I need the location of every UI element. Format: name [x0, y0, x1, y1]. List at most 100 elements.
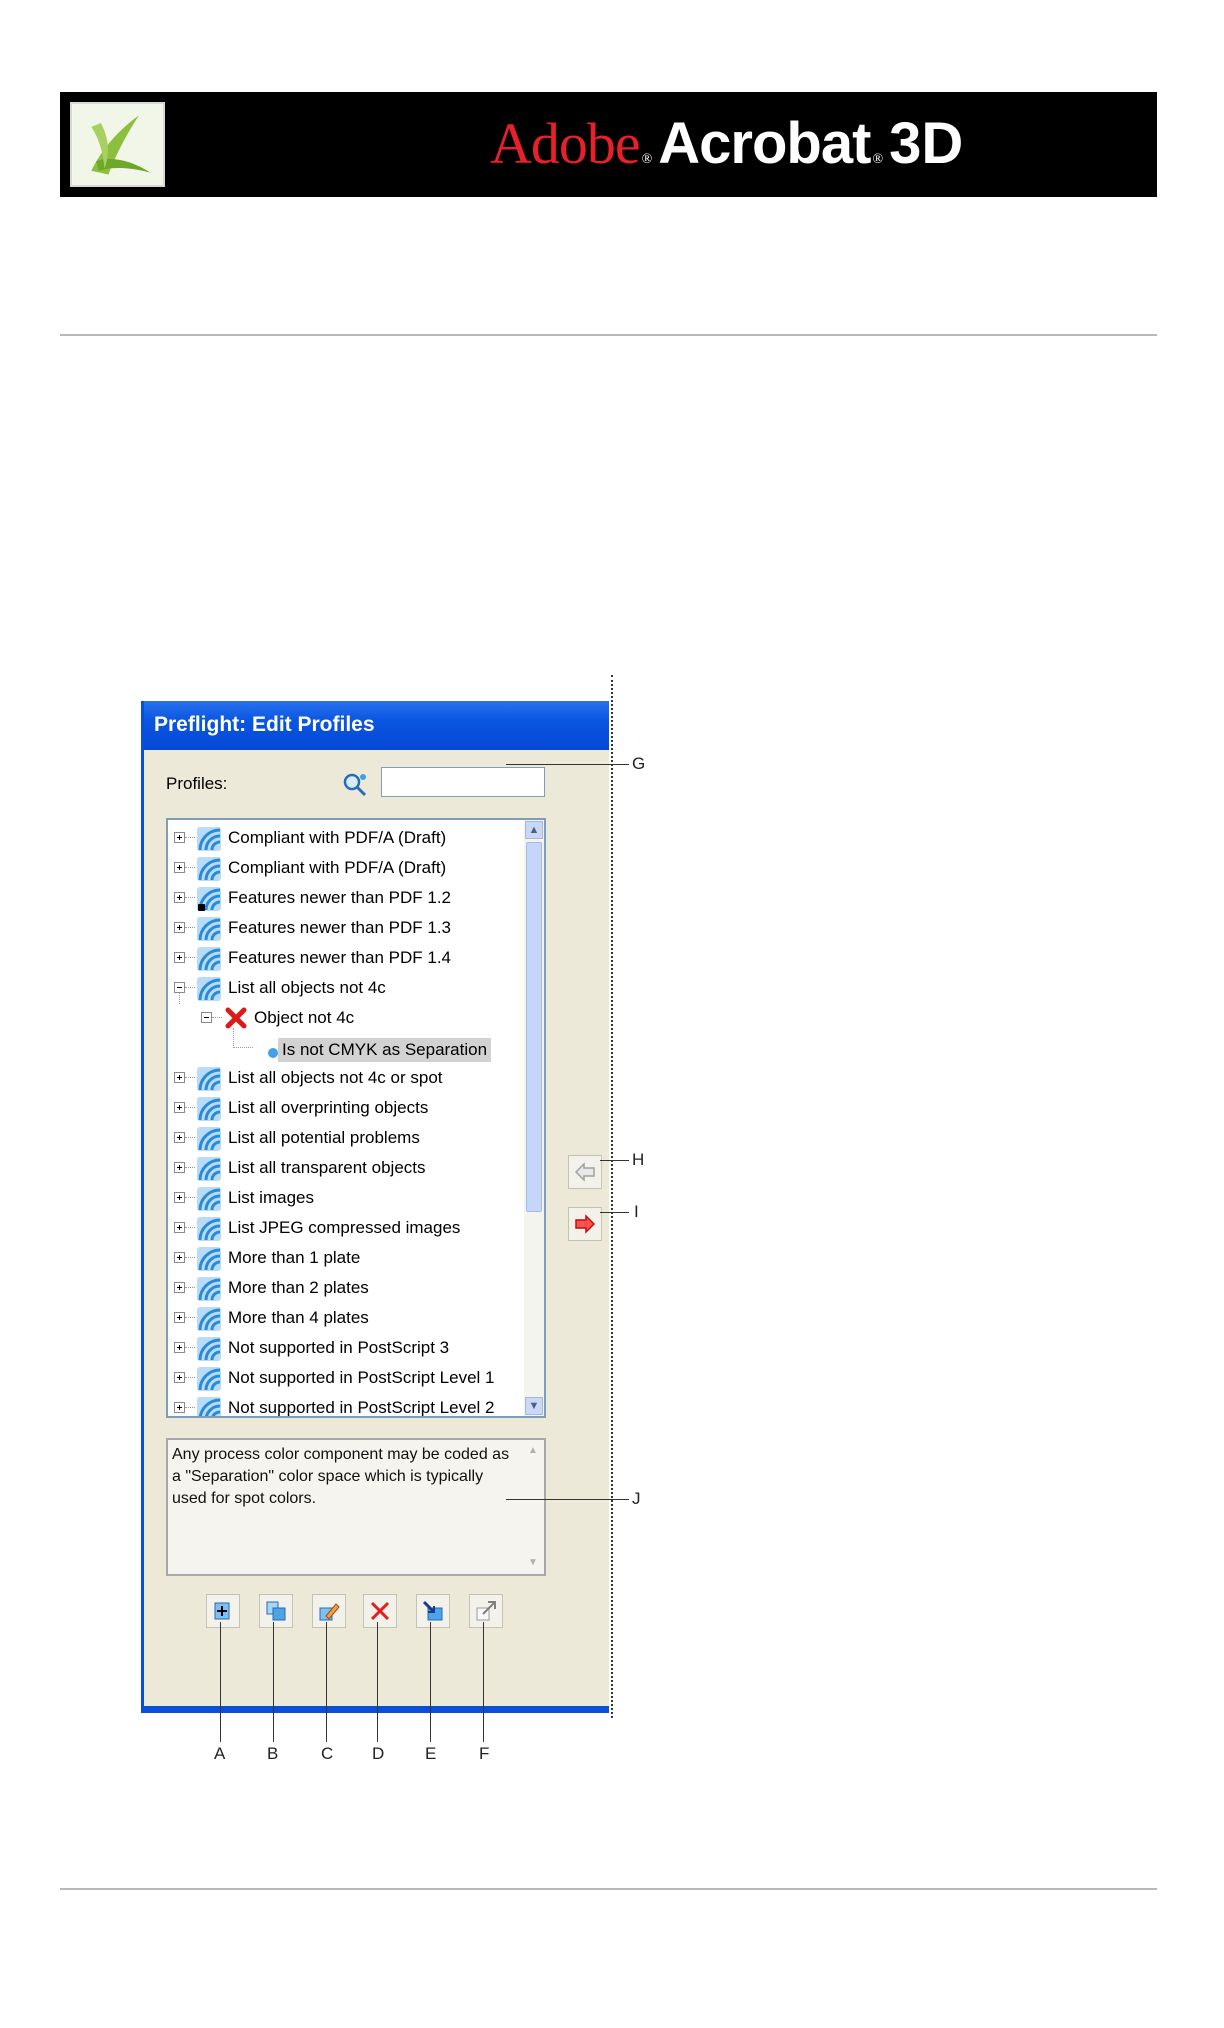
profile-icon [196, 1306, 222, 1332]
desc-scroll-up-icon[interactable]: ▲ [524, 1442, 542, 1460]
expand-icon[interactable] [174, 952, 185, 963]
profiles-label: Profiles: [166, 774, 228, 793]
tree-row[interactable]: Not supported in PostScript Level 2 [168, 1394, 523, 1416]
tree-connector [212, 1017, 222, 1018]
tree-row[interactable]: Object not 4c [168, 988, 523, 1034]
tree-row[interactable]: Not supported in PostScript Level 1 [168, 1364, 523, 1394]
bottom-divider [60, 1888, 1157, 1890]
expand-icon[interactable] [174, 1402, 185, 1413]
dialog-crop-edge [611, 675, 613, 1718]
expand-icon[interactable] [174, 862, 185, 873]
tree-row[interactable]: Not supported in PostScript 3 [168, 1334, 523, 1364]
tree-row[interactable]: Features newer than PDF 1.4 [168, 944, 523, 974]
callout-a: A [214, 1744, 226, 1763]
profile-search-input[interactable] [381, 767, 545, 797]
tree-connector [185, 867, 195, 868]
tree-row[interactable]: List images [168, 1184, 523, 1214]
description-text: Any process color component may be coded… [172, 1446, 510, 1507]
expand-icon[interactable] [174, 1282, 185, 1293]
tree-row[interactable]: List all overprinting objects [168, 1094, 523, 1124]
expand-icon[interactable] [174, 1342, 185, 1353]
tree-row[interactable]: Features newer than PDF 1.2 [168, 884, 523, 914]
tree-row[interactable]: List all transparent objects [168, 1154, 523, 1184]
duplicate-profile-button[interactable] [259, 1594, 293, 1628]
delete-profile-button[interactable] [363, 1594, 397, 1628]
scroll-thumb[interactable] [526, 842, 542, 1212]
tree-item-label: List all overprinting objects [228, 1098, 429, 1117]
expand-icon[interactable] [174, 1372, 185, 1383]
tree-row[interactable]: List all objects not 4c [168, 974, 523, 1004]
expand-icon[interactable] [174, 1252, 185, 1263]
expand-icon[interactable] [174, 832, 185, 843]
profile-icon [196, 1396, 222, 1416]
tree-item-label: Not supported in PostScript Level 1 [228, 1368, 495, 1387]
expand-icon[interactable] [174, 1072, 185, 1083]
duplicate-icon [266, 1601, 286, 1621]
expand-icon[interactable] [174, 892, 185, 903]
export-icon [476, 1601, 496, 1621]
tree-row[interactable]: List all potential problems [168, 1124, 523, 1154]
callout-b: B [267, 1744, 279, 1763]
callout-line-b [273, 1622, 274, 1742]
tree-item-label: List images [228, 1188, 314, 1207]
tree-connector [185, 1227, 195, 1228]
tree-row[interactable]: List all objects not 4c or spot [168, 1064, 523, 1094]
collapse-icon[interactable] [174, 982, 185, 993]
desc-scroll-down-icon[interactable]: ▼ [524, 1554, 542, 1572]
description-scrollbar[interactable]: ▲ ▼ [524, 1442, 542, 1572]
profile-icon [196, 1366, 222, 1392]
tree-row[interactable]: Is not CMYK as Separation [168, 1028, 523, 1064]
registered-mark-2: ® [872, 152, 884, 167]
tree-connector [185, 1107, 195, 1108]
import-profile-button[interactable] [416, 1594, 450, 1628]
expand-icon[interactable] [174, 1192, 185, 1203]
tree-item-label: More than 2 plates [228, 1278, 369, 1297]
tree-row[interactable]: Compliant with PDF/A (Draft) [168, 854, 523, 884]
export-profile-button[interactable] [469, 1594, 503, 1628]
callout-line-d [377, 1622, 378, 1742]
tree-row[interactable]: List JPEG compressed images [168, 1214, 523, 1244]
profile-icon [196, 1186, 222, 1212]
search-profiles-button[interactable] [341, 771, 369, 799]
collapse-icon[interactable] [201, 1012, 212, 1023]
move-left-button[interactable] [568, 1155, 602, 1189]
profile-icon [196, 1156, 222, 1182]
expand-icon[interactable] [174, 1312, 185, 1323]
edit-profile-button[interactable] [312, 1594, 346, 1628]
profile-icon [196, 856, 222, 882]
callout-line-e [430, 1622, 431, 1742]
expand-icon[interactable] [174, 1102, 185, 1113]
tree-connector [185, 1167, 195, 1168]
new-profile-button[interactable] [206, 1594, 240, 1628]
tree-row[interactable]: Features newer than PDF 1.3 [168, 914, 523, 944]
callout-line-i [600, 1212, 629, 1213]
move-right-button[interactable] [568, 1207, 602, 1241]
description-box: Any process color component may be coded… [166, 1438, 546, 1576]
profile-icon [196, 1096, 222, 1122]
profile-icon [196, 916, 222, 942]
scroll-up-icon[interactable]: ▲ [525, 821, 543, 839]
tree-row[interactable]: More than 4 plates [168, 1304, 523, 1334]
tree-item-label: More than 4 plates [228, 1308, 369, 1327]
dialog-titlebar[interactable]: Preflight: Edit Profiles [144, 701, 609, 750]
callout-line-j [506, 1499, 629, 1500]
expand-icon[interactable] [174, 1162, 185, 1173]
tree-item-label-selected: Is not CMYK as Separation [278, 1038, 492, 1062]
profile-icon [196, 976, 222, 1002]
tree-connector [185, 1257, 195, 1258]
tree-row[interactable]: Compliant with PDF/A (Draft) [168, 824, 523, 854]
expand-icon[interactable] [174, 1222, 185, 1233]
tree-item-label: More than 1 plate [228, 1248, 361, 1267]
tree-row[interactable]: More than 2 plates [168, 1274, 523, 1304]
expand-icon[interactable] [174, 922, 185, 933]
tree-row[interactable]: More than 1 plate [168, 1244, 523, 1274]
scroll-down-icon[interactable]: ▼ [525, 1397, 543, 1415]
tree-item-label: Compliant with PDF/A (Draft) [228, 858, 447, 877]
magnifier-icon [343, 773, 367, 797]
expand-icon[interactable] [174, 1132, 185, 1143]
profile-icon [196, 1126, 222, 1152]
tree-scrollbar[interactable]: ▲ ▼ [524, 820, 544, 1416]
tree-item-label: List JPEG compressed images [228, 1218, 461, 1237]
profile-icon [196, 1246, 222, 1272]
profiles-tree[interactable]: Not supported in PostScript Level 2 Not s… [166, 818, 546, 1418]
